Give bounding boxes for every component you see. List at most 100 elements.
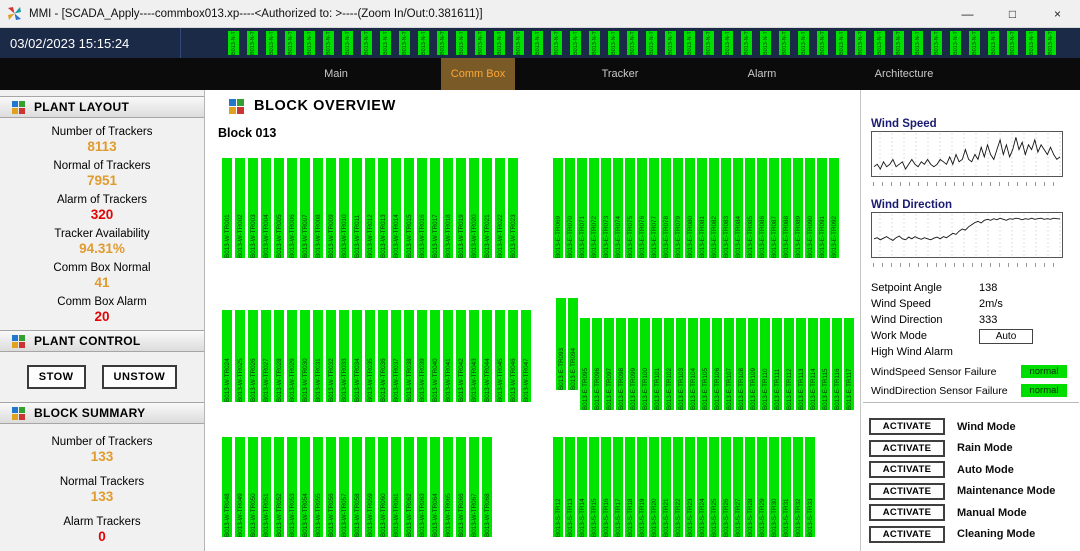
tracker-bar[interactable]: B013-E-TR106 <box>712 318 722 410</box>
tracker-bar[interactable]: B013-E-TR071 <box>577 158 587 258</box>
tracker-bar[interactable]: B013-E-TR094 <box>568 298 578 390</box>
tracker-bar[interactable]: B013-E-TR091 <box>817 158 827 258</box>
tracker-bar[interactable]: B013-W-TR005 <box>274 158 284 258</box>
tracker-bar[interactable]: B013-W-TR053 <box>287 437 297 537</box>
tracker-tag[interactable]: B013-N-TR09 <box>380 31 391 55</box>
tracker-bar[interactable]: B013-W-TR047 <box>521 310 531 402</box>
tracker-bar[interactable]: B013-S-TR19 <box>637 437 647 537</box>
tracker-bar[interactable]: B013-W-TR034 <box>352 310 362 402</box>
tracker-bar[interactable]: B013-E-TR115 <box>820 318 830 410</box>
tracker-bar[interactable]: B013-S-TR32 <box>793 437 803 537</box>
tracker-bar[interactable]: B013-E-TR102 <box>664 318 674 410</box>
tracker-bar[interactable]: B013-E-TR070 <box>565 158 575 258</box>
tracker-tag[interactable]: B013-N-TR21 <box>608 31 619 55</box>
tracker-tag[interactable]: B013-N-TR22 <box>627 31 638 55</box>
tracker-bar[interactable]: B013-E-TR076 <box>637 158 647 258</box>
tracker-tag[interactable]: B013-N-TR06 <box>323 31 334 55</box>
tracker-tag[interactable]: B013-N-TR10 <box>399 31 410 55</box>
tracker-bar[interactable]: B013-W-TR031 <box>313 310 323 402</box>
tracker-tag[interactable]: B013-N-TR16 <box>513 31 524 55</box>
tracker-bar[interactable]: B013-W-TR032 <box>326 310 336 402</box>
tracker-tag[interactable]: B013-N-TR25 <box>684 31 695 55</box>
tracker-bar[interactable]: B013-W-TR027 <box>261 310 271 402</box>
tracker-tag[interactable]: B013-N-TR18 <box>551 31 562 55</box>
tracker-tag[interactable]: B013-N-TR42 <box>1007 31 1018 55</box>
tracker-bar[interactable]: B013-E-TR089 <box>793 158 803 258</box>
tracker-bar[interactable]: B013-W-TR065 <box>443 437 453 537</box>
activate-button-manual-mode[interactable]: ACTIVATE <box>869 504 945 521</box>
tab-alarm[interactable]: Alarm <box>725 58 799 90</box>
tracker-bar[interactable]: B013-S-TR25 <box>709 437 719 537</box>
tracker-bar[interactable]: B013-W-TR052 <box>274 437 284 537</box>
tracker-bar[interactable]: B013-W-TR066 <box>456 437 466 537</box>
tracker-bar[interactable]: B013-W-TR036 <box>378 310 388 402</box>
tracker-bar[interactable]: B013-W-TR016 <box>417 158 427 258</box>
tracker-bar[interactable]: B013-S-TR29 <box>757 437 767 537</box>
tracker-bar[interactable]: B013-W-TR043 <box>469 310 479 402</box>
tracker-bar[interactable]: B013-E-TR087 <box>769 158 779 258</box>
tracker-bar[interactable]: B013-W-TR018 <box>443 158 453 258</box>
tracker-tag[interactable]: B013-N-TR33 <box>836 31 847 55</box>
tracker-bar[interactable]: B013-W-TR014 <box>391 158 401 258</box>
tracker-bar[interactable]: B013-W-TR062 <box>404 437 414 537</box>
tracker-bar[interactable]: B013-S-TR18 <box>625 437 635 537</box>
tracker-bar[interactable]: B013-W-TR068 <box>482 437 492 537</box>
tracker-tag[interactable]: B013-N-TR17 <box>532 31 543 55</box>
tracker-tag[interactable]: B013-N-TR03 <box>266 31 277 55</box>
tracker-bar[interactable]: B013-W-TR058 <box>352 437 362 537</box>
tracker-bar[interactable]: B013-W-TR057 <box>339 437 349 537</box>
tracker-bar[interactable]: B013-W-TR028 <box>274 310 284 402</box>
tracker-bar[interactable]: B013-E-TR105 <box>700 318 710 410</box>
unstow-button[interactable]: UNSTOW <box>102 365 178 389</box>
tracker-tag[interactable]: B013-N-TR08 <box>361 31 372 55</box>
tracker-bar[interactable]: B013-W-TR061 <box>391 437 401 537</box>
tracker-bar[interactable]: B013-E-TR088 <box>781 158 791 258</box>
tracker-bar[interactable]: B013-W-TR064 <box>430 437 440 537</box>
tracker-bar[interactable]: B013-E-TR107 <box>724 318 734 410</box>
tracker-tag[interactable]: B013-N-TR35 <box>874 31 885 55</box>
tracker-bar[interactable]: B013-E-TR108 <box>736 318 746 410</box>
minimize-button[interactable]: — <box>945 0 990 27</box>
tracker-bar[interactable]: B013-W-TR054 <box>300 437 310 537</box>
tracker-tag[interactable]: B013-N-TR38 <box>931 31 942 55</box>
tracker-bar[interactable]: B013-S-TR17 <box>613 437 623 537</box>
tracker-bar[interactable]: B013-W-TR029 <box>287 310 297 402</box>
tracker-bar[interactable]: B013-E-TR086 <box>757 158 767 258</box>
tracker-bar[interactable]: B013-E-TR074 <box>613 158 623 258</box>
tracker-bar[interactable]: B013-W-TR045 <box>495 310 505 402</box>
tracker-bar[interactable]: B013-E-TR109 <box>748 318 758 410</box>
work-mode-select[interactable]: Auto <box>979 329 1033 344</box>
tracker-bar[interactable]: B013-W-TR011 <box>352 158 362 258</box>
activate-button-wind-mode[interactable]: ACTIVATE <box>869 418 945 435</box>
tracker-bar[interactable]: B013-W-TR067 <box>469 437 479 537</box>
tracker-bar[interactable]: B013-S-TR20 <box>649 437 659 537</box>
tracker-bar[interactable]: B013-E-TR083 <box>721 158 731 258</box>
tracker-bar[interactable]: B013-S-TR28 <box>745 437 755 537</box>
tracker-bar[interactable]: B013-W-TR019 <box>456 158 466 258</box>
tracker-bar[interactable]: B013-S-TR15 <box>589 437 599 537</box>
tracker-bar[interactable]: B013-E-TR080 <box>685 158 695 258</box>
tracker-tag[interactable]: B013-N-TR13 <box>456 31 467 55</box>
tracker-tag[interactable]: B013-N-TR20 <box>589 31 600 55</box>
tracker-bar[interactable]: B013-E-TR081 <box>697 158 707 258</box>
tracker-bar[interactable]: B013-W-TR033 <box>339 310 349 402</box>
tracker-bar[interactable]: B013-W-TR009 <box>326 158 336 258</box>
tracker-tag[interactable]: B013-N-TR15 <box>494 31 505 55</box>
tracker-bar[interactable]: B013-W-TR001 <box>222 158 232 258</box>
tracker-bar[interactable]: B013-E-TR112 <box>784 318 794 410</box>
tracker-bar[interactable]: B013-W-TR015 <box>404 158 414 258</box>
tracker-bar[interactable]: B013-W-TR010 <box>339 158 349 258</box>
tracker-bar[interactable]: B013-W-TR025 <box>235 310 245 402</box>
tracker-bar[interactable]: B013-W-TR021 <box>482 158 492 258</box>
tracker-bar[interactable]: B013-S-TR21 <box>661 437 671 537</box>
tracker-tag[interactable]: B013-N-TR19 <box>570 31 581 55</box>
tab-tracker[interactable]: Tracker <box>583 58 657 90</box>
tracker-bar[interactable]: B013-S-TR23 <box>685 437 695 537</box>
activate-button-maintenance-mode[interactable]: ACTIVATE <box>869 483 945 500</box>
tracker-bar[interactable]: B013-E-TR110 <box>760 318 770 410</box>
tracker-tag[interactable]: B013-N-TR27 <box>722 31 733 55</box>
close-button[interactable]: × <box>1035 0 1080 27</box>
tracker-bar[interactable]: B013-S-TR26 <box>721 437 731 537</box>
tracker-tag[interactable]: B013-N-TR43 <box>1026 31 1037 55</box>
tracker-tag[interactable]: B013-N-TR24 <box>665 31 676 55</box>
